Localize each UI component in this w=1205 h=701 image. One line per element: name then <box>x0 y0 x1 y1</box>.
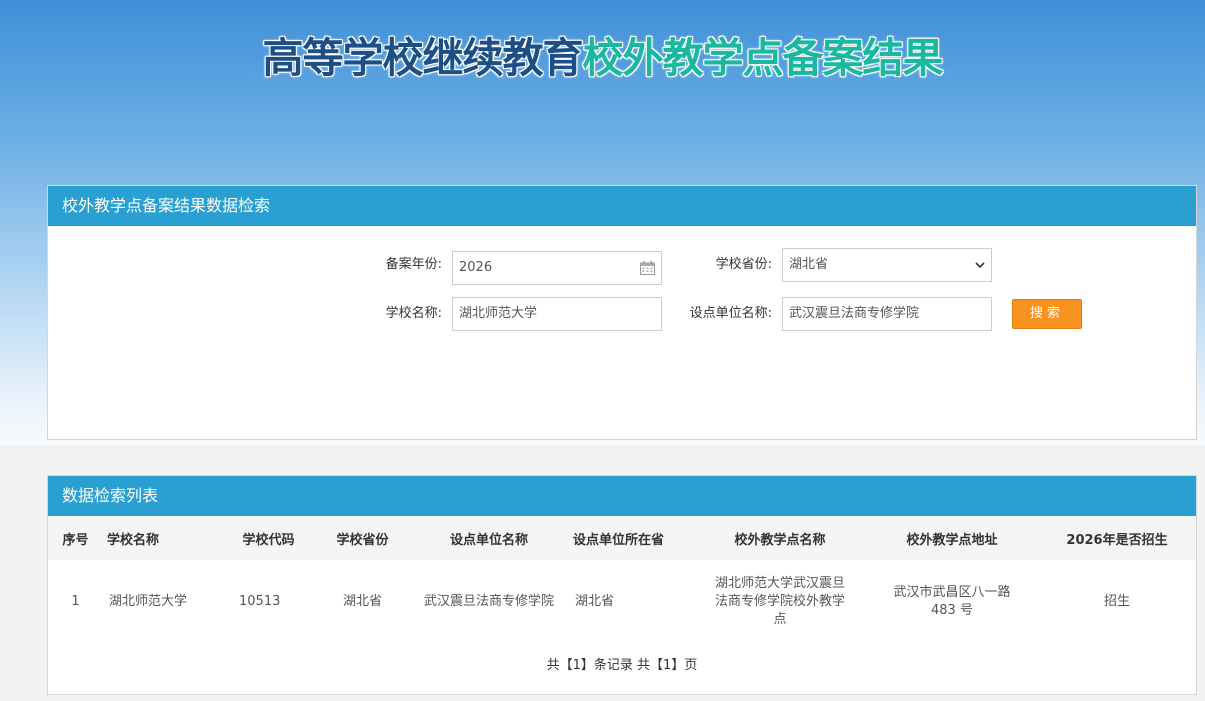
year-field[interactable]: 2026 <box>452 251 662 285</box>
col-header: 学校名称 <box>103 516 221 560</box>
page-title-part1: 高等学校继续教育 <box>262 34 584 82</box>
cell-site-address: 武汉市武昌区八一路483 号 <box>893 585 1011 618</box>
cell-code: 10513 <box>239 594 281 609</box>
col-header: 校外教学点地址 <box>866 516 1038 560</box>
list-panel-header: 数据检索列表 <box>48 476 1196 516</box>
col-header: 2026年是否招生 <box>1038 516 1196 560</box>
search-panel-header: 校外教学点备案结果数据检索 <box>48 186 1196 226</box>
year-value: 2026 <box>459 260 493 275</box>
cell-index: 1 <box>71 594 80 609</box>
cell-unit-province: 湖北省 <box>575 594 615 609</box>
page-title: 高等学校继续教育校外教学点备案结果 <box>0 24 1205 82</box>
cell-province: 湖北省 <box>342 594 382 609</box>
pagination-summary: 共【1】条记录 共【1】页 <box>546 658 698 673</box>
list-panel: 数据检索列表 序号 学校名称 学校代码 学校省份 设点单位名称 设点单位所在省 … <box>47 475 1197 695</box>
calendar-icon[interactable] <box>640 261 655 275</box>
unit-name-input[interactable]: 武汉震旦法商专修学院 <box>782 297 992 331</box>
province-select[interactable]: 湖北省 <box>782 248 992 282</box>
col-header: 学校省份 <box>316 516 409 560</box>
table-header-row: 序号 学校名称 学校代码 学校省份 设点单位名称 设点单位所在省 校外教学点名称… <box>48 516 1196 560</box>
search-button[interactable]: 搜索 <box>1012 299 1082 329</box>
unit-label: 设点单位名称: <box>689 306 772 321</box>
col-header: 设点单位名称 <box>409 516 569 560</box>
chevron-down-icon <box>975 262 985 269</box>
col-header: 序号 <box>48 516 103 560</box>
year-label: 备案年份: <box>385 257 442 272</box>
province-selected-value: 湖北省 <box>789 257 829 272</box>
col-header: 校外教学点名称 <box>694 516 866 560</box>
col-header: 设点单位所在省 <box>569 516 694 560</box>
search-panel: 校外教学点备案结果数据检索 备案年份: 2026 学校省份: 湖北省 学校名称:… <box>47 185 1197 440</box>
table-row: 1 湖北师范大学 10513 湖北省 武汉震旦法商专修学院 湖北省 湖北师范大学… <box>48 560 1196 644</box>
results-table: 序号 学校名称 学校代码 学校省份 设点单位名称 设点单位所在省 校外教学点名称… <box>48 516 1196 644</box>
school-label: 学校名称: <box>385 306 442 321</box>
cell-site-name: 湖北师范大学武汉震旦法商专修学院校外教学点 <box>714 576 845 627</box>
cell-school: 湖北师范大学 <box>109 594 188 609</box>
cell-enroll: 招生 <box>1103 594 1130 609</box>
school-name-input[interactable]: 湖北师范大学 <box>452 297 662 331</box>
page-title-part2: 校外教学点备案结果 <box>582 34 944 82</box>
cell-unit: 武汉震旦法商专修学院 <box>423 594 554 609</box>
province-label: 学校省份: <box>715 257 772 272</box>
col-header: 学校代码 <box>221 516 316 560</box>
